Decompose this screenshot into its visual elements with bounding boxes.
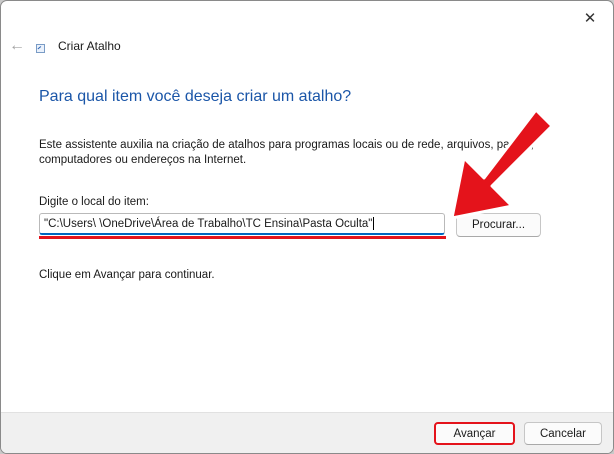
wizard-description: Este assistente auxilia na criação de at… [39, 139, 534, 166]
create-shortcut-dialog: ✕ ← Criar Atalho Para qual item você des… [0, 0, 614, 454]
text-caret [373, 217, 375, 231]
browse-button[interactable]: Procurar... [456, 213, 541, 237]
close-button[interactable]: ✕ [575, 7, 605, 29]
window-title: Criar Atalho [58, 39, 121, 53]
item-location-input[interactable]: "C:\Users\ \OneDrive\Área de Trabalho\TC… [39, 213, 445, 235]
next-button[interactable]: Avançar [434, 422, 515, 445]
back-button[interactable]: ← [8, 37, 26, 55]
cancel-button[interactable]: Cancelar [524, 422, 602, 445]
page-heading: Para qual item você deseja criar um atal… [39, 88, 352, 105]
back-arrow-icon: ← [9, 37, 25, 54]
dialog-footer: Avançar Cancelar [1, 412, 613, 453]
shortcut-icon [36, 44, 45, 53]
continue-instruction: Clique em Avançar para continuar. [39, 269, 215, 281]
red-underline-annotation [39, 236, 446, 239]
close-icon: ✕ [583, 10, 597, 27]
item-location-value: "C:\Users\ \OneDrive\Área de Trabalho\TC… [44, 218, 373, 230]
location-field-label: Digite o local do item: [39, 196, 149, 208]
